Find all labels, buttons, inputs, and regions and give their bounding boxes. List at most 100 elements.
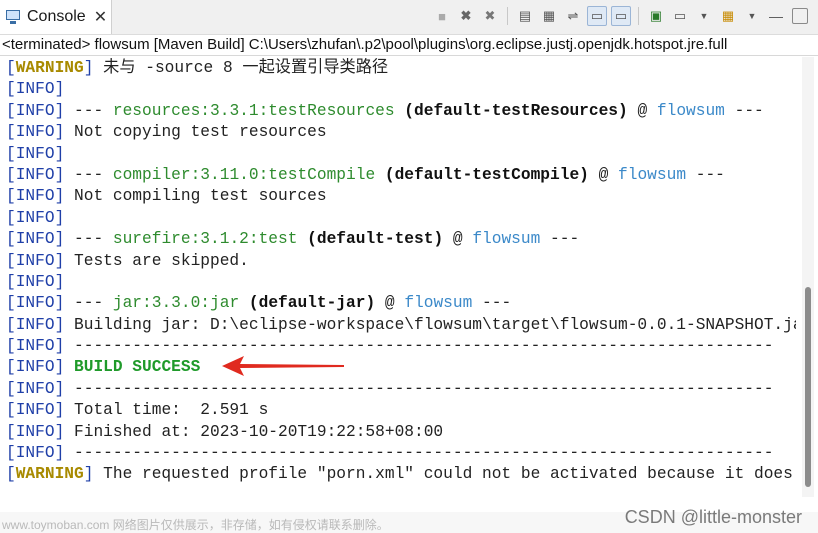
console-line: [WARNING] 未与 -source 8 一起设置引导类路径 xyxy=(6,58,796,79)
console-line: [INFO] xyxy=(6,144,796,165)
at-sign: @ xyxy=(375,294,405,313)
info-tag: INFO xyxy=(15,272,55,291)
console-line: [INFO] xyxy=(6,272,796,293)
maximize-icon[interactable] xyxy=(792,8,808,24)
bracket: [ xyxy=(6,230,16,249)
pin-console-icon[interactable]: ▣ xyxy=(646,6,666,26)
log-message: Finished at: 2023-10-20T19:22:58+08:00 xyxy=(64,422,444,441)
console-line: [INFO] ---------------------------------… xyxy=(6,336,796,357)
at-sign: @ xyxy=(443,230,473,249)
log-message: 未与 -source 8 一起设置引导类路径 xyxy=(93,59,389,77)
project-name: flowsum xyxy=(472,230,541,249)
bracket: ] xyxy=(54,315,65,334)
bracket: ] xyxy=(54,208,65,227)
remove-all-icon[interactable]: ✖ xyxy=(480,6,500,26)
open-console-icon[interactable]: ▦ xyxy=(718,6,738,26)
console-line: [WARNING] The requested profile "porn.xm… xyxy=(6,464,796,485)
display-selected-dropdown-icon[interactable]: ▼ xyxy=(694,6,714,26)
console-line: [INFO] ---------------------------------… xyxy=(6,443,796,464)
at-sign: @ xyxy=(588,165,619,184)
open-console-dropdown-icon[interactable]: ▼ xyxy=(742,6,762,26)
bracket: [ xyxy=(6,59,16,77)
bracket: [ xyxy=(6,401,16,420)
separator-text: --- xyxy=(64,165,113,184)
info-tag: INFO xyxy=(15,80,55,99)
separator-text: --- xyxy=(540,230,580,249)
info-tag: INFO xyxy=(15,144,55,163)
bracket: ] xyxy=(54,165,65,184)
bracket: [ xyxy=(6,101,16,120)
bracket: [ xyxy=(6,337,16,356)
project-name: flowsum xyxy=(404,294,473,313)
close-icon[interactable]: ✕ xyxy=(94,7,107,27)
log-message: ----------------------------------------… xyxy=(64,337,774,356)
console-line: [INFO] --- jar:3.3.0:jar (default-jar) @… xyxy=(6,293,796,314)
console-line: [INFO] Not compiling test sources xyxy=(6,186,796,207)
log-message: Tests are skipped. xyxy=(64,251,249,270)
vertical-scrollbar[interactable] xyxy=(802,57,814,497)
console-line: [INFO] Finished at: 2023-10-20T19:22:58+… xyxy=(6,422,796,443)
console-line: [INFO] BUILD SUCCESS xyxy=(6,357,796,378)
separator-text: --- xyxy=(64,101,113,120)
watermark-text: www.toymoban.com 网络图片仅供展示，非存储，如有侵权请联系删除。 xyxy=(2,518,389,532)
bracket: ] xyxy=(54,422,65,441)
bracket: [ xyxy=(6,80,16,99)
toolbar-separator xyxy=(507,7,508,25)
console-lines: [WARNING] 未与 -source 8 一起设置引导类路径 [INFO] [I… xyxy=(6,58,796,486)
console-line: [INFO] Not copying test resources xyxy=(6,122,796,143)
info-tag: INFO xyxy=(15,294,55,313)
separator-text: --- xyxy=(64,230,113,249)
remove-launch-icon[interactable]: ✖ xyxy=(456,6,476,26)
info-tag: INFO xyxy=(15,444,55,463)
info-tag: INFO xyxy=(15,165,55,184)
log-message: Building jar: D:\eclipse-workspace\flows… xyxy=(64,315,796,334)
clear-console-icon[interactable]: ▤ xyxy=(515,6,535,26)
log-message: Not compiling test sources xyxy=(64,187,327,206)
console-line: [INFO] --- resources:3.3.1:testResources… xyxy=(6,101,796,122)
process-status-label: <terminated> flowsum [Maven Build] C:\Us… xyxy=(2,36,728,53)
console-line: [INFO] xyxy=(6,208,796,229)
info-tag: INFO xyxy=(15,337,55,356)
show-on-output-icon[interactable]: ▭ xyxy=(587,6,607,26)
info-tag: INFO xyxy=(15,123,55,142)
bracket: [ xyxy=(6,144,16,163)
bracket: ] xyxy=(54,144,65,163)
console-line: [INFO] Total time: 2.591 s xyxy=(6,400,796,421)
minimize-icon[interactable]: — xyxy=(766,6,786,26)
execution-id: (default-jar) xyxy=(239,294,376,313)
execution-id: (default-testCompile) xyxy=(375,165,589,184)
console-icon xyxy=(5,9,23,25)
terminate-icon[interactable]: ■ xyxy=(432,6,452,26)
toolbar-separator xyxy=(638,7,639,25)
console-line: [INFO] Tests are skipped. xyxy=(6,251,796,272)
scroll-lock-icon[interactable]: ▦ xyxy=(539,6,559,26)
info-tag: INFO xyxy=(15,251,55,270)
info-tag: INFO xyxy=(15,401,55,420)
info-tag: INFO xyxy=(15,358,55,377)
console-line: [INFO] ---------------------------------… xyxy=(6,379,796,400)
scrollbar-thumb[interactable] xyxy=(805,287,811,487)
bracket: [ xyxy=(6,187,16,206)
bracket: ] xyxy=(54,358,65,377)
show-on-error-icon[interactable]: ▭ xyxy=(611,6,631,26)
bracket: ] xyxy=(54,444,65,463)
display-selected-icon[interactable]: ▭ xyxy=(670,6,690,26)
separator-text: --- xyxy=(472,294,512,313)
tab-console[interactable]: Console ✕ xyxy=(0,0,112,34)
log-message: Total time: 2.591 s xyxy=(64,401,269,420)
bracket: [ xyxy=(6,315,16,334)
bracket: [ xyxy=(6,422,16,441)
project-name: flowsum xyxy=(656,101,725,120)
bracket: [ xyxy=(6,272,16,291)
watermark-credit: CSDN @little-monster xyxy=(624,507,802,527)
annotation-arrow xyxy=(222,356,344,376)
execution-id: (default-testResources) xyxy=(394,101,628,120)
info-tag: INFO xyxy=(15,187,55,206)
console-toolbar: ■ ✖ ✖ ▤ ▦ ⇌ ▭ ▭ ▣ ▭ ▼ ▦ ▼ — xyxy=(432,5,810,27)
word-wrap-icon[interactable]: ⇌ xyxy=(563,6,583,26)
plugin-goal: jar:3.3.0:jar xyxy=(112,294,240,313)
console-line: [INFO] --- compiler:3.11.0:testCompile (… xyxy=(6,165,796,186)
console-output[interactable]: [WARNING] 未与 -source 8 一起设置引导类路径 [INFO] [I… xyxy=(0,55,818,518)
info-tag: INFO xyxy=(15,230,55,249)
